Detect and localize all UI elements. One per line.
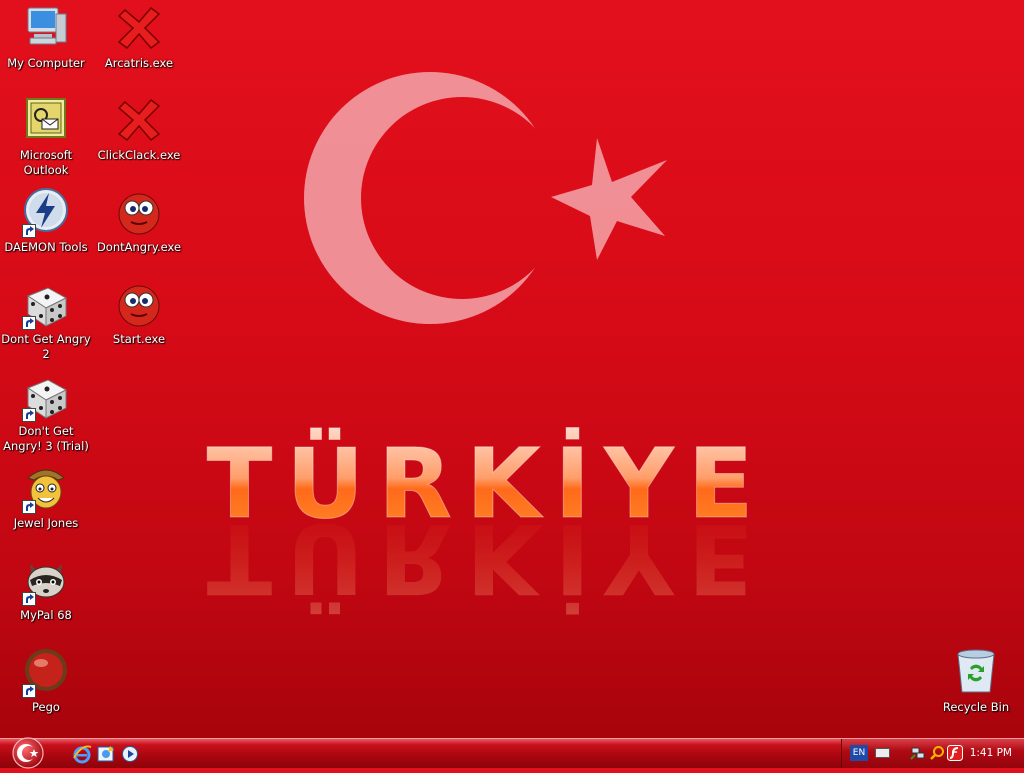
daemon-tools-icon (22, 188, 70, 238)
desktop-icon-label: MyPal 68 (20, 608, 72, 622)
desktop-icon-mypal-68[interactable]: MyPal 68 (0, 556, 92, 623)
network-icon[interactable] (910, 745, 926, 761)
red-x-icon (115, 96, 163, 144)
outlook-icon (22, 96, 70, 144)
desktop[interactable]: TÜRKİYE TÜRKİYE My Computer Microsoft Ou… (0, 0, 1024, 738)
desktop-icon-dontangry[interactable]: DontAngry.exe (93, 188, 185, 255)
shortcut-arrow-icon (22, 684, 36, 698)
quick-launch (72, 744, 140, 764)
taskbar[interactable]: EN 1:41 PM (0, 737, 1024, 769)
dice-icon (22, 372, 70, 422)
explorer-icon[interactable] (96, 744, 116, 764)
red-button-icon (22, 648, 70, 698)
internet-explorer-icon[interactable] (72, 744, 92, 764)
desktop-icon-dont-get-angry-2[interactable]: Dont Get Angry 2 (0, 280, 92, 362)
desktop-icon-label: Pego (32, 700, 60, 714)
jewel-jones-icon (22, 464, 70, 514)
desktop-icon-dont-get-angry-3[interactable]: Don't Get Angry! 3 (Trial) (0, 372, 92, 454)
recycle-bin-icon (952, 648, 1000, 696)
desktop-icon-label: Don't Get Angry! 3 (Trial) (3, 424, 89, 453)
desktop-icon-label: ClickClack.exe (97, 148, 181, 162)
desktop-icon-label: Dont Get Angry 2 (1, 332, 91, 361)
keyboard-icon[interactable] (875, 748, 890, 758)
desktop-icon-label: DontAngry.exe (96, 240, 182, 254)
desktop-icon-jewel-jones[interactable]: Jewel Jones (0, 464, 92, 531)
shortcut-arrow-icon (22, 316, 36, 330)
desktop-icon-label: Arcatris.exe (104, 56, 174, 70)
crescent-star-orb-icon (10, 737, 46, 769)
shortcut-arrow-icon (22, 500, 36, 514)
red-ball-face-icon (115, 280, 163, 328)
desktop-icon-label: DAEMON Tools (4, 240, 88, 254)
red-x-icon (115, 4, 163, 52)
red-ball-face-icon (115, 188, 163, 236)
system-tray: EN 1:41 PM (841, 739, 1024, 768)
desktop-icon-clickclack[interactable]: ClickClack.exe (93, 96, 185, 163)
wallpaper-title-reflection: TÜRKİYE (207, 502, 768, 615)
desktop-icon-start-exe[interactable]: Start.exe (93, 280, 185, 347)
desktop-icon-pego[interactable]: Pego (0, 648, 92, 715)
desktop-icon-label: My Computer (7, 56, 85, 70)
clock[interactable]: 1:41 PM (970, 747, 1012, 759)
desktop-icon-arcatris[interactable]: Arcatris.exe (93, 4, 185, 71)
my-computer-icon (22, 4, 70, 52)
media-player-icon[interactable] (120, 744, 140, 764)
dice-icon (22, 280, 70, 330)
desktop-icon-label: Jewel Jones (13, 516, 79, 530)
desktop-icon-label: Microsoft Outlook (19, 148, 73, 177)
desktop-icon-label: Recycle Bin (942, 700, 1010, 714)
raccoon-icon (22, 556, 70, 606)
shortcut-arrow-icon (22, 408, 36, 422)
shortcut-arrow-icon (22, 592, 36, 606)
flash-icon[interactable] (947, 745, 963, 761)
start-button[interactable] (10, 737, 46, 769)
language-indicator[interactable]: EN (850, 745, 868, 761)
search-icon[interactable] (929, 745, 945, 761)
desktop-icon-label: Start.exe (112, 332, 166, 346)
desktop-icon-daemon-tools[interactable]: DAEMON Tools (0, 188, 92, 255)
desktop-icon-microsoft-outlook[interactable]: Microsoft Outlook (0, 96, 92, 178)
desktop-icon-recycle-bin[interactable]: Recycle Bin (930, 648, 1022, 715)
desktop-icon-my-computer[interactable]: My Computer (0, 4, 92, 71)
shortcut-arrow-icon (22, 224, 36, 238)
